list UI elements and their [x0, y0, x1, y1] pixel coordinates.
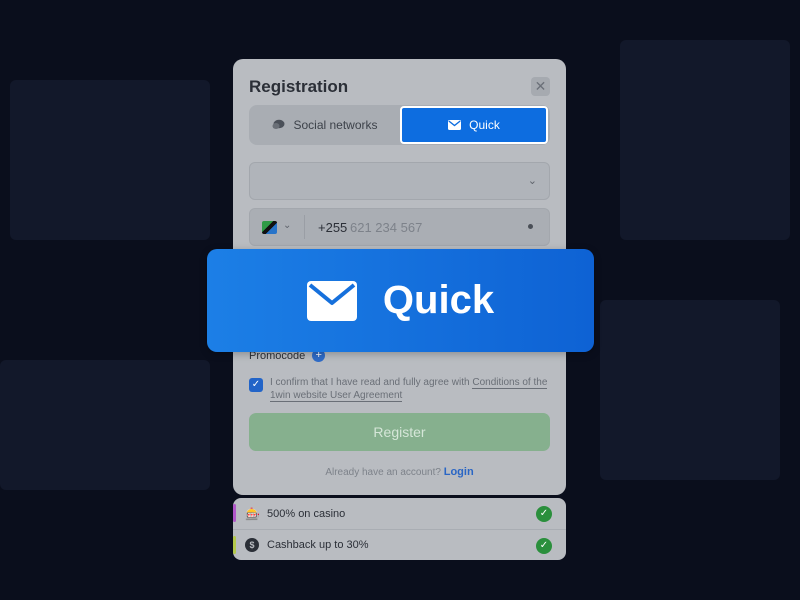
bonus-accent-bar: [233, 536, 236, 554]
chevron-down-icon[interactable]: ⌄: [283, 220, 291, 231]
bonus-label: Cashback up to 30%: [267, 539, 369, 551]
currency-select[interactable]: ⌄: [249, 162, 550, 200]
bonus-label: 500% on casino: [267, 507, 346, 520]
chat-icon: [272, 119, 285, 129]
background-panel: [600, 300, 780, 480]
tab-social-networks[interactable]: Social networks: [251, 107, 399, 143]
background-panel: [620, 40, 790, 240]
check-icon: ✓: [536, 538, 552, 554]
casino-icon: 🎰: [245, 506, 260, 521]
envelope-icon: [448, 120, 462, 130]
chevron-down-icon: ⌄: [527, 175, 537, 187]
registration-tabs: Social networks Quick: [249, 105, 550, 145]
login-link[interactable]: Login: [444, 466, 474, 478]
background-panel: [0, 360, 210, 490]
agreement-prefix: I confirm that I have read and fully agr…: [270, 377, 473, 388]
bonus-accent-bar: [233, 504, 236, 522]
phone-field[interactable]: ⌄ +255 621 234 567: [249, 208, 550, 246]
tanzania-flag-icon[interactable]: [262, 221, 277, 234]
login-prompt: Already have an account?: [325, 467, 441, 478]
phone-input[interactable]: 621 234 567: [350, 220, 422, 235]
background-panel: [10, 80, 210, 240]
cashback-icon: $: [245, 538, 259, 552]
divider: [304, 215, 305, 239]
phone-country-code: +255: [318, 220, 348, 235]
login-row: Already have an account? Login: [233, 466, 566, 478]
check-icon: ✓: [536, 506, 552, 522]
close-icon: ✕: [534, 78, 547, 94]
close-button[interactable]: ✕: [531, 77, 550, 96]
modal-title: Registration: [249, 77, 349, 96]
bonus-item-casino: 🎰 500% on casino ✓: [233, 498, 566, 529]
tab-quick[interactable]: Quick: [400, 106, 548, 144]
tab-quick-label: Quick: [469, 118, 500, 132]
agreement-checkbox[interactable]: ✓: [249, 378, 263, 392]
agreement-text: I confirm that I have read and fully agr…: [270, 376, 549, 402]
register-button[interactable]: Register: [249, 413, 550, 451]
bonus-panel: 🎰 500% on casino ✓ $ Cashback up to 30% …: [233, 498, 566, 560]
overlay-label: Quick: [382, 278, 495, 322]
tab-social-networks-label: Social networks: [293, 118, 378, 132]
envelope-icon: [306, 280, 357, 321]
bonus-item-cashback: $ Cashback up to 30% ✓: [233, 529, 566, 560]
quick-overlay-badge: Quick: [207, 249, 594, 352]
status-dot-icon: [528, 224, 533, 229]
